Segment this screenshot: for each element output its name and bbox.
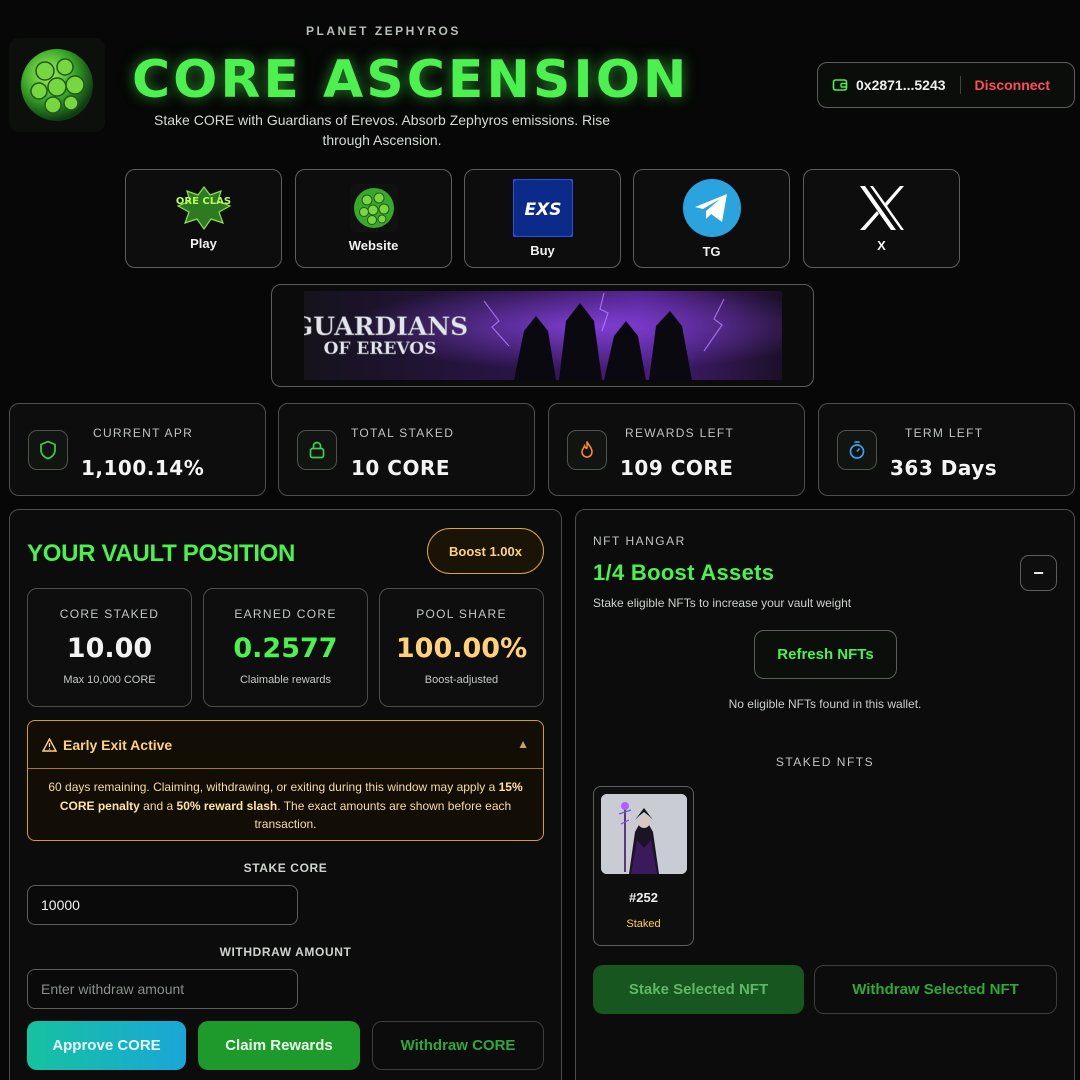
slash-text: 50% reward slash <box>176 798 278 813</box>
logo <box>9 38 105 132</box>
card-sub: Max 10,000 CORE <box>63 674 156 686</box>
wallet-pill[interactable]: 0x2871...5243 Disconnect <box>817 62 1075 108</box>
core-clash-logo-icon: CORE CLASH <box>176 186 232 230</box>
guardians-banner[interactable]: GUARDIANS OF EREVOS <box>271 284 814 387</box>
stat-label: REWARDS LEFT <box>625 426 735 440</box>
planet-label: PLANET ZEPHYROS <box>306 24 461 38</box>
telegram-icon <box>682 179 741 237</box>
exchange-logo-icon: EXS <box>512 179 573 237</box>
stat-label: TOTAL STAKED <box>351 426 455 440</box>
stat-current-apr: CURRENT APR 1,100.14% <box>9 403 266 496</box>
warning-text-b: and a <box>139 798 177 813</box>
warning-icon <box>42 737 57 752</box>
x-link[interactable]: X <box>803 169 960 268</box>
early-exit-warning: Early Exit Active ▲ 60 days remaining. C… <box>27 720 544 841</box>
card-label: CORE STAKED <box>59 607 160 621</box>
logo-text-core: CORE CLASH <box>176 196 232 207</box>
wallet-icon <box>832 79 848 91</box>
warning-text-a: 60 days remaining. Claiming, withdrawing… <box>48 780 499 794</box>
banner-title-line1: GUARDIANS <box>304 312 468 341</box>
stat-value: 10 CORE <box>351 456 451 480</box>
lock-icon <box>297 430 337 470</box>
stake-selected-nft-button[interactable]: Stake Selected NFT <box>593 965 804 1014</box>
card-label: EARNED CORE <box>234 607 337 621</box>
withdraw-label: WITHDRAW AMOUNT <box>219 945 352 959</box>
card-sub: Claimable rewards <box>239 674 332 686</box>
tile-label: Website <box>348 238 399 253</box>
stake-label: STAKE CORE <box>243 861 328 875</box>
pool-share-card: POOL SHARE 100.00% Boost-adjusted <box>379 588 544 707</box>
nft-id: #252 <box>629 890 658 905</box>
shield-icon <box>28 430 68 470</box>
planet-orb-icon <box>21 49 93 121</box>
timer-icon <box>837 430 877 470</box>
withdraw-input[interactable]: Enter withdraw amount <box>27 969 298 1009</box>
vault-title: YOUR VAULT POSITION <box>27 540 296 567</box>
buy-link[interactable]: EXS Buy <box>464 169 621 268</box>
collapse-button[interactable]: − <box>1020 555 1057 591</box>
claim-rewards-button[interactable]: Claim Rewards <box>198 1021 360 1070</box>
warning-text: 60 days remaining. Claiming, withdrawing… <box>40 778 531 834</box>
approve-core-button[interactable]: Approve CORE <box>27 1021 186 1070</box>
page-title: CORE ASCENSION <box>132 50 690 110</box>
disconnect-button[interactable]: Disconnect <box>975 77 1050 93</box>
tile-label: Buy <box>530 243 555 258</box>
banner-title-line2: OF EREVOS <box>323 339 436 359</box>
guardians-banner-image: GUARDIANS OF EREVOS <box>303 291 782 380</box>
tile-label: Play <box>190 236 217 251</box>
card-sub: Boost-adjusted <box>424 674 499 686</box>
x-logo-icon <box>859 186 904 230</box>
logo-text-exs: EXS <box>524 200 561 220</box>
nft-status: Staked <box>626 918 661 930</box>
nft-description: Stake eligible NFTs to increase your vau… <box>593 596 852 610</box>
card-value: 0.2577 <box>233 633 338 664</box>
stat-value: 363 Days <box>890 456 998 480</box>
divider <box>959 76 961 94</box>
warning-title: Early Exit Active <box>63 736 173 753</box>
warning-text-c: . The exact amounts are shown before eac… <box>254 798 512 832</box>
play-link[interactable]: CORE CLASH Play <box>125 169 282 268</box>
stake-input[interactable]: 10000 <box>27 885 298 925</box>
planet-orb-icon <box>349 184 398 232</box>
wallet-address: 0x2871...5243 <box>856 77 946 93</box>
flame-icon <box>567 430 607 470</box>
stat-value: 1,100.14% <box>81 456 205 480</box>
card-label: POOL SHARE <box>416 607 507 621</box>
tile-label: X <box>877 238 886 253</box>
staked-nft-card[interactable]: #252 Staked <box>593 786 694 946</box>
boost-badge: Boost 1.00x <box>427 528 544 574</box>
card-value: 100.00% <box>395 633 528 664</box>
tg-link[interactable]: TG <box>633 169 790 268</box>
stat-rewards-left: REWARDS LEFT 109 CORE <box>548 403 805 496</box>
stat-label: TERM LEFT <box>905 426 984 440</box>
empty-state-text: No eligible NFTs found in this wallet. <box>728 697 922 711</box>
card-value: 10.00 <box>66 633 153 664</box>
nft-title: 1/4 Boost Assets <box>593 560 775 585</box>
stat-value: 109 CORE <box>620 456 734 480</box>
warning-header[interactable]: Early Exit Active ▲ <box>28 721 543 769</box>
withdraw-core-button[interactable]: Withdraw CORE <box>372 1021 544 1070</box>
stat-label: CURRENT APR <box>93 426 194 440</box>
earned-core-card: EARNED CORE 0.2577 Claimable rewards <box>203 588 368 707</box>
chevron-up-icon[interactable]: ▲ <box>517 737 529 751</box>
website-link[interactable]: Website <box>295 169 452 268</box>
withdraw-selected-nft-button[interactable]: Withdraw Selected NFT <box>814 965 1057 1014</box>
tile-label: TG <box>702 244 721 259</box>
staked-nfts-label: STAKED NFTS <box>775 755 875 769</box>
stat-total-staked: TOTAL STAKED 10 CORE <box>278 403 535 496</box>
core-staked-card: CORE STAKED 10.00 Max 10,000 CORE <box>27 588 192 707</box>
stat-term-left: TERM LEFT 363 Days <box>818 403 1075 496</box>
nft-thumbnail <box>601 794 687 874</box>
page-subtitle: Stake CORE with Guardians of Erevos. Abs… <box>154 112 610 148</box>
refresh-nfts-button[interactable]: Refresh NFTs <box>754 630 897 679</box>
nft-kicker: NFT HANGAR <box>593 534 686 548</box>
